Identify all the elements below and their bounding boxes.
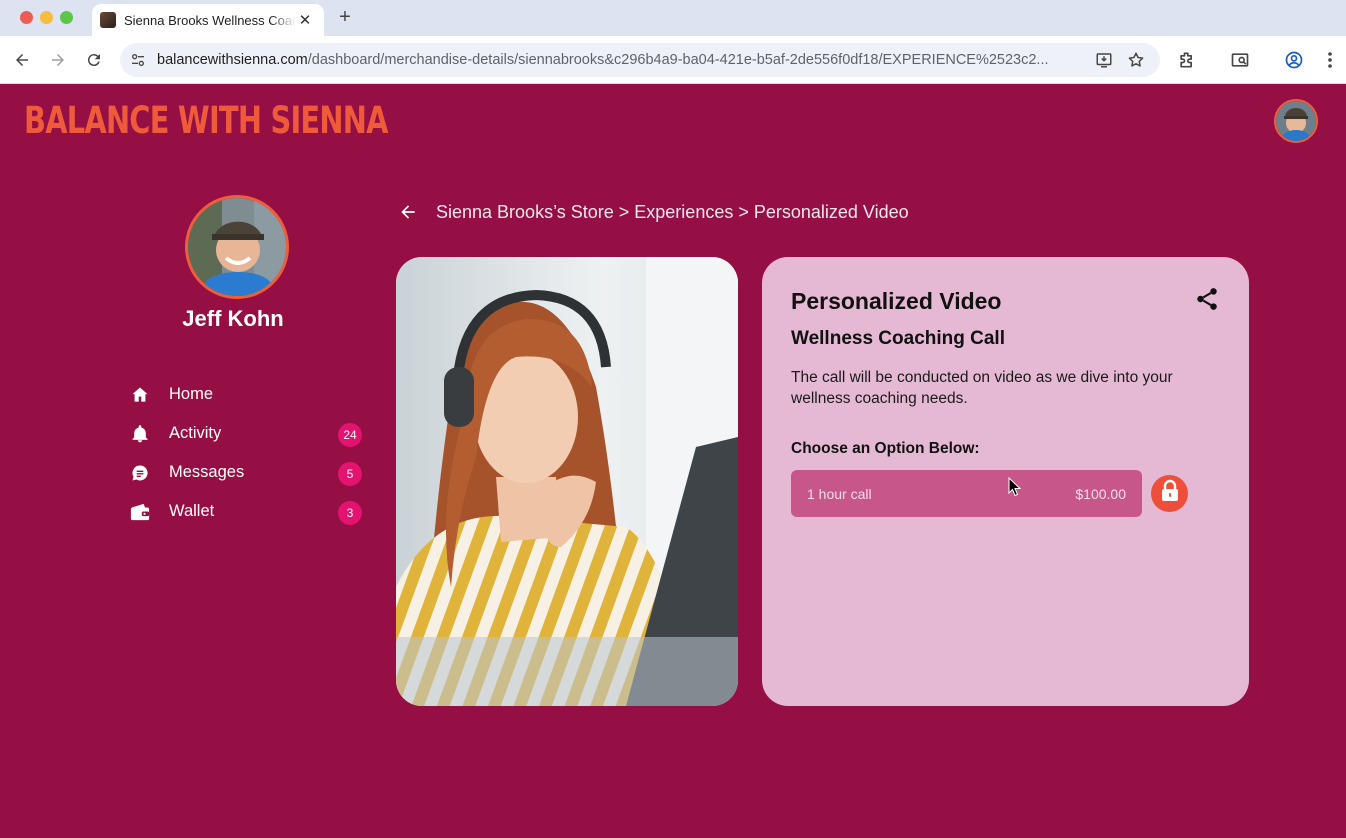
sidebar-item-wallet[interactable]: Wallet 3 [128,492,368,531]
product-detail-card: Personalized Video Wellness Coaching Cal… [762,257,1249,706]
sidebar-item-label: Wallet [169,502,215,520]
close-window-button[interactable] [20,11,33,24]
sidebar-item-messages[interactable]: Messages 5 [128,453,368,492]
option-label: 1 hour call [807,485,872,502]
brand-logo[interactable]: BALANCE WITH SIENNA [24,98,388,144]
sidebar-item-activity[interactable]: Activity 24 [128,414,368,453]
install-app-icon[interactable] [1093,50,1115,70]
product-description: The call will be conducted on video as w… [791,369,1173,407]
wallet-icon [128,500,152,524]
product-title: Personalized Video [791,288,1002,314]
extensions-icon[interactable] [1175,48,1199,72]
browser-tab[interactable]: Sienna Brooks Wellness Coac ✕ [92,4,324,36]
sidebar-item-label: Messages [169,463,245,481]
mouse-cursor-icon [1008,476,1022,497]
sidebar-item-label: Home [169,385,214,403]
option-price: $100.00 [1075,485,1126,502]
favicon-icon [100,12,116,28]
browser-titlebar: Sienna Brooks Wellness Coac ✕ + [0,0,1346,36]
url-text: balancewithsienna.com/dashboard/merchand… [157,52,1049,68]
product-image [396,257,738,706]
breadcrumb-text[interactable]: Sienna Brooks’s Store > Experiences > Pe… [436,202,909,223]
lock-icon [1159,479,1181,508]
breadcrumb: Sienna Brooks’s Store > Experiences > Pe… [396,198,909,226]
forward-icon[interactable] [46,48,70,72]
maximize-window-button[interactable] [60,11,73,24]
reload-icon[interactable] [82,48,106,72]
message-icon [128,461,152,485]
share-icon[interactable] [1194,286,1220,312]
sidebar-item-home[interactable]: Home [128,375,368,414]
option-button[interactable]: 1 hour call $100.00 [791,470,1142,517]
browser-toolbar: balancewithsienna.com/dashboard/merchand… [0,36,1346,84]
messages-badge: 5 [338,462,362,486]
home-icon [128,383,152,407]
side-panel-search-icon[interactable] [1228,48,1252,72]
bookmark-star-icon[interactable] [1125,50,1147,70]
wallet-badge: 3 [338,501,362,525]
sidebar-nav: Home Activity 24 Messages 5 Wallet 3 [128,375,368,531]
profile-name: Jeff Kohn [182,306,284,331]
profile-icon[interactable] [1282,48,1306,72]
sidebar-item-label: Activity [169,424,222,442]
profile-avatar[interactable] [185,195,289,299]
unlock-button[interactable] [1151,475,1188,512]
tab-title: Sienna Brooks Wellness Coac [124,12,296,28]
back-icon[interactable] [10,48,34,72]
site-settings-icon[interactable] [128,50,148,70]
product-subtitle: Wellness Coaching Call [791,328,1005,349]
browser-menu-icon[interactable] [1318,48,1342,72]
activity-badge: 24 [338,423,362,447]
minimize-window-button[interactable] [40,11,53,24]
back-arrow-icon[interactable] [396,200,420,224]
choose-option-label: Choose an Option Below: [791,440,980,457]
close-tab-icon[interactable]: ✕ [296,11,314,29]
new-tab-icon[interactable]: + [334,6,356,28]
header-avatar[interactable] [1274,99,1318,143]
address-bar[interactable]: balancewithsienna.com/dashboard/merchand… [120,43,1160,77]
bell-icon [128,422,152,446]
